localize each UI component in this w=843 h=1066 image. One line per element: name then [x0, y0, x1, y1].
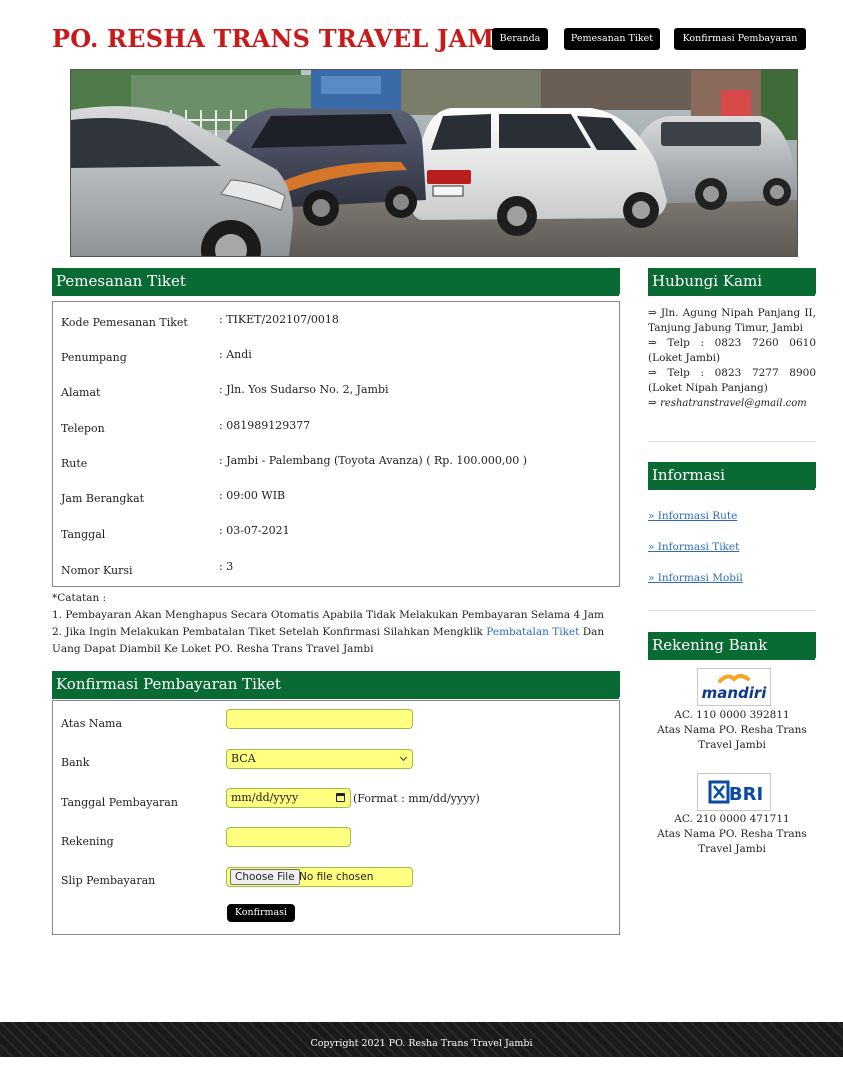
- nav-konfirmasi-pembayaran-button[interactable]: Konfirmasi Pembayaran: [674, 28, 806, 50]
- pemesanan-tiket-heading: Pemesanan Tiket: [52, 268, 620, 296]
- detail-value-jam-berangkat: : 09:00 WIB: [219, 489, 286, 502]
- mandiri-account-info: AC. 110 0000 392811 Atas Nama PO. Resha …: [648, 708, 816, 753]
- mandiri-logo: mandiri: [697, 668, 771, 706]
- contact-email: reshatranstravel@gmail.com: [660, 398, 807, 409]
- sidebar-divider: [648, 610, 816, 611]
- detail-value-alamat: : Jln. Yos Sudarso No. 2, Jambi: [219, 383, 389, 396]
- notes-line-2-before: 2. Jika Ingin Melakukan Pembatalan Tiket…: [52, 626, 487, 638]
- sidebar-divider: [648, 441, 816, 442]
- informasi-mobil-link[interactable]: » Informasi Mobil: [648, 572, 743, 584]
- bank-select[interactable]: BCA: [226, 749, 413, 769]
- footer-copyright: Copyright 2021 PO. Resha Trans Travel Ja…: [310, 1038, 533, 1049]
- bri-logo: BRI: [697, 773, 771, 811]
- slip-pembayaran-file-input[interactable]: Choose File No file chosen: [226, 867, 413, 887]
- choose-file-button[interactable]: Choose File: [230, 869, 300, 885]
- detail-value-tanggal: : 03-07-2021: [219, 524, 290, 537]
- tanggal-format-hint: (Format : mm/dd/yyyy): [353, 792, 480, 805]
- detail-label-kode: Kode Pemesanan Tiket: [61, 316, 188, 329]
- tanggal-pembayaran-input[interactable]: mm/dd/yyyy: [226, 788, 351, 808]
- hubungi-kami-heading: Hubungi Kami: [648, 268, 816, 296]
- booking-notes: *Catatan : 1. Pembayaran Akan Menghapus …: [52, 590, 620, 658]
- informasi-rute-link[interactable]: » Informasi Rute: [648, 510, 737, 522]
- bri-logo-text: BRI: [729, 784, 763, 805]
- detail-value-telepon: : 081989129377: [219, 419, 311, 432]
- email-prefix: ⇒: [648, 397, 661, 409]
- bank-label: Bank: [61, 756, 90, 769]
- atas-nama-input[interactable]: [226, 709, 413, 729]
- detail-label-rute: Rute: [61, 457, 88, 470]
- notes-line-2: 2. Jika Ingin Melakukan Pembatalan Tiket…: [52, 624, 620, 658]
- rekening-label: Rekening: [61, 835, 114, 848]
- bri-account-number: AC. 210 0000 471711: [674, 813, 790, 825]
- detail-label-tanggal: Tanggal: [61, 528, 106, 541]
- mandiri-logo-text: mandiri: [702, 684, 768, 702]
- contact-address: ⇒ Jln. Agung Nipah Panjang II, Tanjung J…: [648, 307, 816, 334]
- notes-line-1: 1. Pembayaran Akan Menghapus Secara Otom…: [52, 609, 604, 621]
- bri-account-holder: Atas Nama PO. Resha Trans Travel Jambi: [657, 828, 807, 855]
- detail-label-jam-berangkat: Jam Berangkat: [61, 492, 145, 505]
- detail-value-rute: : Jambi - Palembang (Toyota Avanza) ( Rp…: [219, 454, 528, 467]
- contact-info: ⇒ Jln. Agung Nipah Panjang II, Tanjung J…: [648, 306, 816, 411]
- mandiri-account-holder: Atas Nama PO. Resha Trans Travel Jambi: [657, 724, 807, 751]
- contact-email-line: ⇒ reshatranstravel@gmail.com: [648, 396, 816, 411]
- tanggal-pembayaran-label: Tanggal Pembayaran: [61, 796, 178, 809]
- bri-account-info: AC. 210 0000 471711 Atas Nama PO. Resha …: [648, 812, 816, 857]
- detail-label-nomor-kursi: Nomor Kursi: [61, 564, 133, 577]
- nav-beranda-button[interactable]: Beranda: [492, 28, 548, 50]
- konfirmasi-button[interactable]: Konfirmasi: [227, 904, 295, 922]
- contact-phone-jambi: ⇒ Telp : 0823 7260 0610 (Loket Jambi): [648, 337, 816, 364]
- konfirmasi-pembayaran-heading: Konfirmasi Pembayaran Tiket: [52, 671, 620, 699]
- contact-phone-nipah-panjang: ⇒ Telp : 0823 7277 8900 (Loket Nipah Pan…: [648, 367, 816, 394]
- slip-pembayaran-label: Slip Pembayaran: [61, 874, 156, 887]
- informasi-tiket-link[interactable]: » Informasi Tiket: [648, 541, 739, 553]
- rekening-input[interactable]: [226, 827, 351, 847]
- pembatalan-tiket-link[interactable]: Pembatalan Tiket: [486, 626, 579, 638]
- site-title: PO. RESHA TRANS TRAVEL JAMBI: [52, 24, 527, 53]
- booking-details-table: Kode Pemesanan Tiket : TIKET/202107/0018…: [52, 301, 620, 587]
- atas-nama-label: Atas Nama: [61, 717, 123, 730]
- rekening-bank-heading: Rekening Bank: [648, 632, 816, 660]
- detail-value-nomor-kursi: : 3: [219, 560, 234, 573]
- calendar-icon[interactable]: [336, 793, 345, 802]
- informasi-heading: Informasi: [648, 462, 816, 490]
- notes-title: *Catatan :: [52, 592, 107, 604]
- mandiri-account-number: AC. 110 0000 392811: [674, 709, 790, 721]
- detail-value-kode: : TIKET/202107/0018: [219, 313, 339, 326]
- hero-banner-image: [70, 69, 798, 257]
- payment-confirmation-form: Atas Nama Bank BCA Tanggal Pembayaran mm…: [52, 700, 620, 935]
- bank-selected-value: BCA: [231, 752, 256, 765]
- detail-value-penumpang: : Andi: [219, 348, 252, 361]
- detail-label-alamat: Alamat: [61, 386, 101, 399]
- detail-label-telepon: Telepon: [61, 422, 105, 435]
- detail-label-penumpang: Penumpang: [61, 351, 127, 364]
- tanggal-placeholder: mm/dd/yyyy: [231, 791, 299, 804]
- footer: Copyright 2021 PO. Resha Trans Travel Ja…: [0, 1022, 843, 1057]
- nav-pemesanan-tiket-button[interactable]: Pemesanan Tiket: [564, 28, 660, 50]
- no-file-chosen-text: No file chosen: [299, 871, 374, 883]
